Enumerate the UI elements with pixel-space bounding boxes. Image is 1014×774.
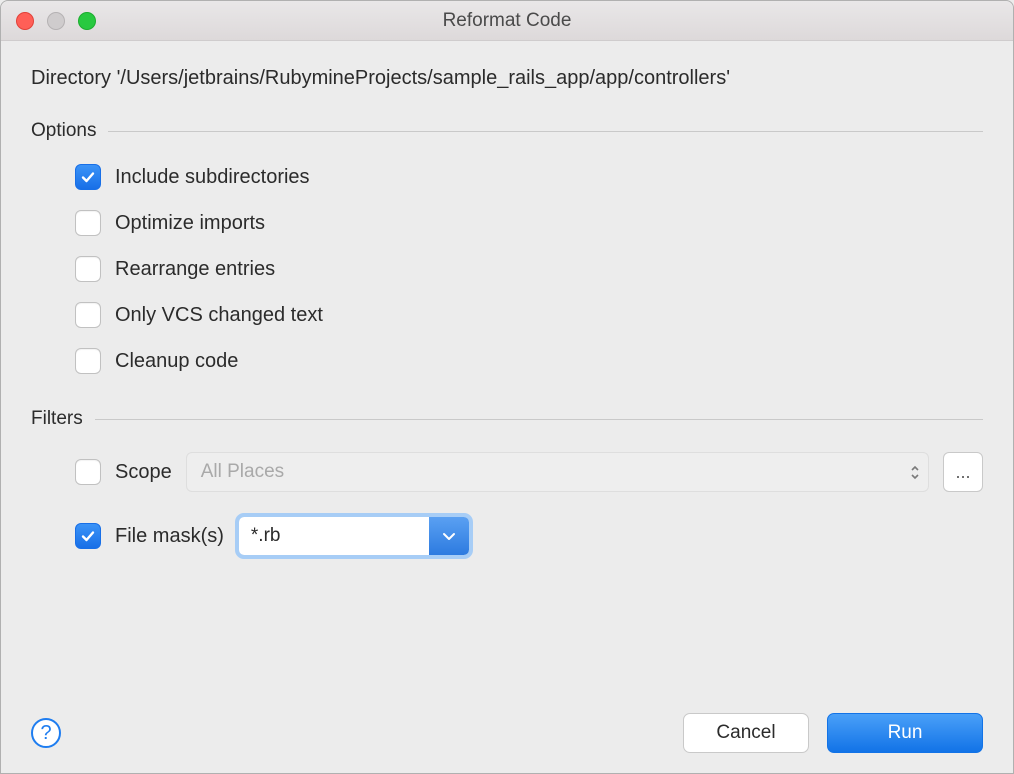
- dialog-content: Directory '/Users/jetbrains/RubymineProj…: [1, 41, 1013, 773]
- option-label: Cleanup code: [115, 350, 238, 373]
- filemask-input[interactable]: *.rb: [239, 517, 429, 555]
- scope-label: Scope: [115, 461, 172, 484]
- checkbox-unchecked-icon[interactable]: [75, 348, 101, 374]
- option-label: Rearrange entries: [115, 258, 275, 281]
- checkbox-checked-icon[interactable]: [75, 164, 101, 190]
- checkbox-unchecked-icon[interactable]: [75, 302, 101, 328]
- minimize-icon: [47, 12, 65, 30]
- options-header: Options: [31, 120, 983, 142]
- scope-value: All Places: [201, 461, 284, 483]
- filters-label: Filters: [31, 408, 83, 430]
- chevron-down-icon[interactable]: [429, 517, 469, 555]
- checkbox-unchecked-icon[interactable]: [75, 210, 101, 236]
- filters-header: Filters: [31, 408, 983, 430]
- filemask-combobox[interactable]: *.rb: [238, 516, 470, 556]
- filemask-row: File mask(s) *.rb: [31, 516, 983, 556]
- traffic-lights: [16, 12, 96, 30]
- option-label: Include subdirectories: [115, 166, 310, 189]
- divider: [108, 131, 983, 132]
- window-title: Reformat Code: [443, 10, 572, 32]
- options-label: Options: [31, 120, 96, 142]
- help-icon: ?: [40, 722, 51, 745]
- divider: [95, 419, 983, 420]
- option-include-subdirectories[interactable]: Include subdirectories: [75, 164, 983, 190]
- titlebar[interactable]: Reformat Code: [1, 1, 1013, 41]
- stepper-icon: [910, 465, 920, 480]
- scope-row: Scope All Places ...: [31, 452, 983, 492]
- run-button[interactable]: Run: [827, 713, 983, 753]
- help-button[interactable]: ?: [31, 718, 61, 748]
- reformat-code-dialog: Reformat Code Directory '/Users/jetbrain…: [0, 0, 1014, 774]
- cancel-button[interactable]: Cancel: [683, 713, 809, 753]
- close-icon[interactable]: [16, 12, 34, 30]
- scope-select[interactable]: All Places: [186, 452, 929, 492]
- filemask-label: File mask(s): [115, 525, 224, 548]
- option-label: Only VCS changed text: [115, 304, 323, 327]
- maximize-icon[interactable]: [78, 12, 96, 30]
- option-rearrange-entries[interactable]: Rearrange entries: [75, 256, 983, 282]
- scope-browse-button[interactable]: ...: [943, 452, 983, 492]
- option-only-vcs-changed[interactable]: Only VCS changed text: [75, 302, 983, 328]
- option-optimize-imports[interactable]: Optimize imports: [75, 210, 983, 236]
- option-cleanup-code[interactable]: Cleanup code: [75, 348, 983, 374]
- dialog-footer: ? Cancel Run: [31, 713, 983, 753]
- options-list: Include subdirectories Optimize imports …: [31, 164, 983, 374]
- option-label: Optimize imports: [115, 212, 265, 235]
- scope-checkbox[interactable]: [75, 459, 101, 485]
- checkbox-unchecked-icon[interactable]: [75, 256, 101, 282]
- directory-path: Directory '/Users/jetbrains/RubymineProj…: [31, 67, 983, 90]
- filemask-checkbox[interactable]: [75, 523, 101, 549]
